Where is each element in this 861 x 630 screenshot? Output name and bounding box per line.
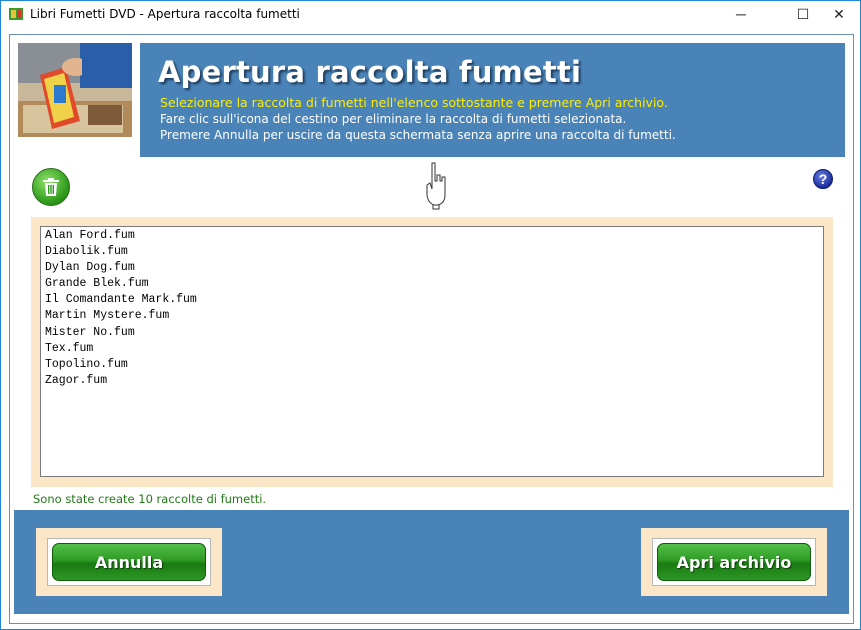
header-banner: Apertura raccolta fumetti Selezionare la… (140, 43, 845, 157)
list-item[interactable]: Alan Ford.fum (45, 228, 819, 244)
title-bar[interactable]: Libri Fumetti DVD - Apertura raccolta fu… (1, 1, 860, 27)
list-item[interactable]: Dylan Dog.fum (45, 260, 819, 276)
cancel-button[interactable]: Annulla (52, 543, 206, 581)
minimize-button[interactable]: ─ (718, 1, 764, 27)
help-button[interactable]: ? (813, 169, 833, 189)
collections-listbox[interactable]: Alan Ford.fum Diabolik.fum Dylan Dog.fum… (40, 226, 824, 477)
list-item[interactable]: Martin Mystere.fum (45, 308, 819, 324)
list-item[interactable]: Mister No.fum (45, 325, 819, 341)
open-archive-button[interactable]: Apri archivio (657, 543, 811, 581)
list-item[interactable]: Tex.fum (45, 341, 819, 357)
open-button-frame: Apri archivio (641, 528, 827, 596)
cancel-button-border: Annulla (47, 538, 211, 586)
status-message: Sono state create 10 raccolte di fumetti… (33, 492, 267, 506)
pointing-hand-icon (426, 162, 446, 210)
list-item[interactable]: Diabolik.fum (45, 244, 819, 260)
list-item[interactable]: Grande Blek.fum (45, 276, 819, 292)
instruction-primary: Selezionare la raccolta di fumetti nell'… (160, 95, 668, 110)
help-icon: ? (818, 171, 828, 187)
close-button[interactable]: ✕ (816, 1, 861, 27)
dialog-frame: Apertura raccolta fumetti Selezionare la… (9, 34, 854, 624)
cancel-button-frame: Annulla (36, 528, 222, 596)
footer-bar: Annulla Apri archivio (14, 510, 849, 614)
list-panel: Alan Ford.fum Diabolik.fum Dylan Dog.fum… (31, 217, 833, 487)
window-title: Libri Fumetti DVD - Apertura raccolta fu… (30, 7, 300, 21)
delete-collection-button[interactable] (32, 168, 70, 206)
list-item[interactable]: Il Comandante Mark.fum (45, 292, 819, 308)
list-item[interactable]: Topolino.fum (45, 357, 819, 373)
list-item[interactable]: Zagor.fum (45, 373, 819, 389)
header: Apertura raccolta fumetti Selezionare la… (14, 39, 849, 157)
client-area: Apertura raccolta fumetti Selezionare la… (9, 34, 854, 624)
page-title: Apertura raccolta fumetti (158, 55, 582, 89)
instruction-cancel: Premere Annulla per uscire da questa sch… (160, 128, 676, 142)
app-window: Libri Fumetti DVD - Apertura raccolta fu… (0, 0, 861, 630)
trash-icon (43, 178, 59, 196)
comics-photo (18, 43, 132, 137)
open-button-border: Apri archivio (652, 538, 816, 586)
instruction-delete: Fare clic sull'icona del cestino per eli… (160, 112, 627, 126)
app-icon (9, 8, 23, 20)
